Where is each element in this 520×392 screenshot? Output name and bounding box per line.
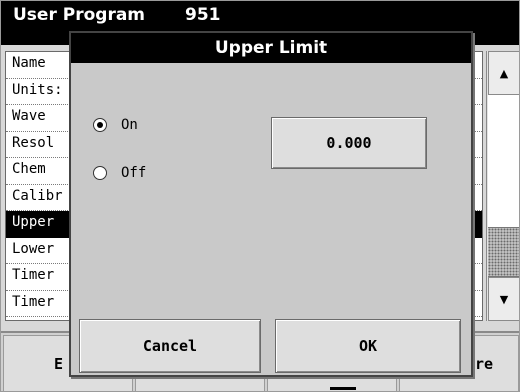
list-item-label: Units: <box>12 81 63 98</box>
list-item-label: Timer <box>12 293 55 310</box>
dash-icon <box>330 387 356 390</box>
scroll-down-button[interactable]: ▼ <box>488 277 519 321</box>
instrument-screen: User Program 951 Name Units: Wave Resol C… <box>0 0 520 392</box>
exit-button-label: E <box>54 355 64 373</box>
radio-checked-icon[interactable] <box>93 118 107 132</box>
window-title: User Program <box>13 5 146 25</box>
list-item-label: Timer <box>12 267 55 283</box>
triangle-up-icon: ▲ <box>499 66 509 80</box>
triangle-down-icon: ▼ <box>499 292 509 306</box>
list-item-label: Upper <box>12 214 55 230</box>
ok-button[interactable]: OK <box>275 319 461 373</box>
scroll-thumb[interactable] <box>488 227 519 277</box>
list-item-label: Name <box>12 55 46 71</box>
list-item-label: Calibr <box>12 187 63 204</box>
radio-option-on[interactable]: On <box>93 117 138 133</box>
program-number: 951 <box>185 5 221 25</box>
dialog-title: Upper Limit <box>71 33 471 63</box>
list-item-label: Chem <box>12 161 46 177</box>
upper-limit-value-button[interactable]: 0.000 <box>271 117 427 169</box>
scroll-up-button[interactable]: ▲ <box>488 51 519 95</box>
upper-limit-dialog: Upper Limit On Off 0.000 Cancel OK <box>69 31 473 377</box>
cancel-button[interactable]: Cancel <box>79 319 261 373</box>
radio-unchecked-icon[interactable] <box>93 166 107 180</box>
radio-off-label: Off <box>121 165 147 181</box>
list-item-label: Resol <box>12 134 55 151</box>
radio-on-label: On <box>121 117 138 133</box>
radio-option-off[interactable]: Off <box>93 165 146 181</box>
list-item-label: Wave <box>12 108 46 124</box>
list-scrollbar[interactable]: ▲ ▼ <box>486 51 519 321</box>
list-item-label: Lower <box>12 240 55 257</box>
